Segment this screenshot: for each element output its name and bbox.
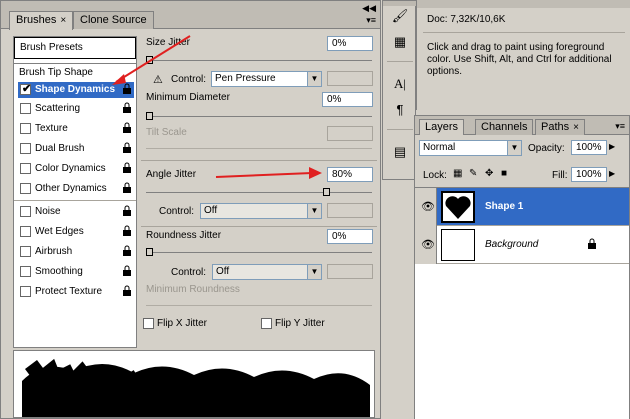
annotation-arrow-line	[215, 172, 313, 178]
annotation-arrow-line	[115, 35, 191, 83]
annotation-arrowhead	[112, 74, 126, 85]
annotation-arrowhead	[309, 167, 322, 179]
annotation-arrows	[112, 35, 322, 179]
